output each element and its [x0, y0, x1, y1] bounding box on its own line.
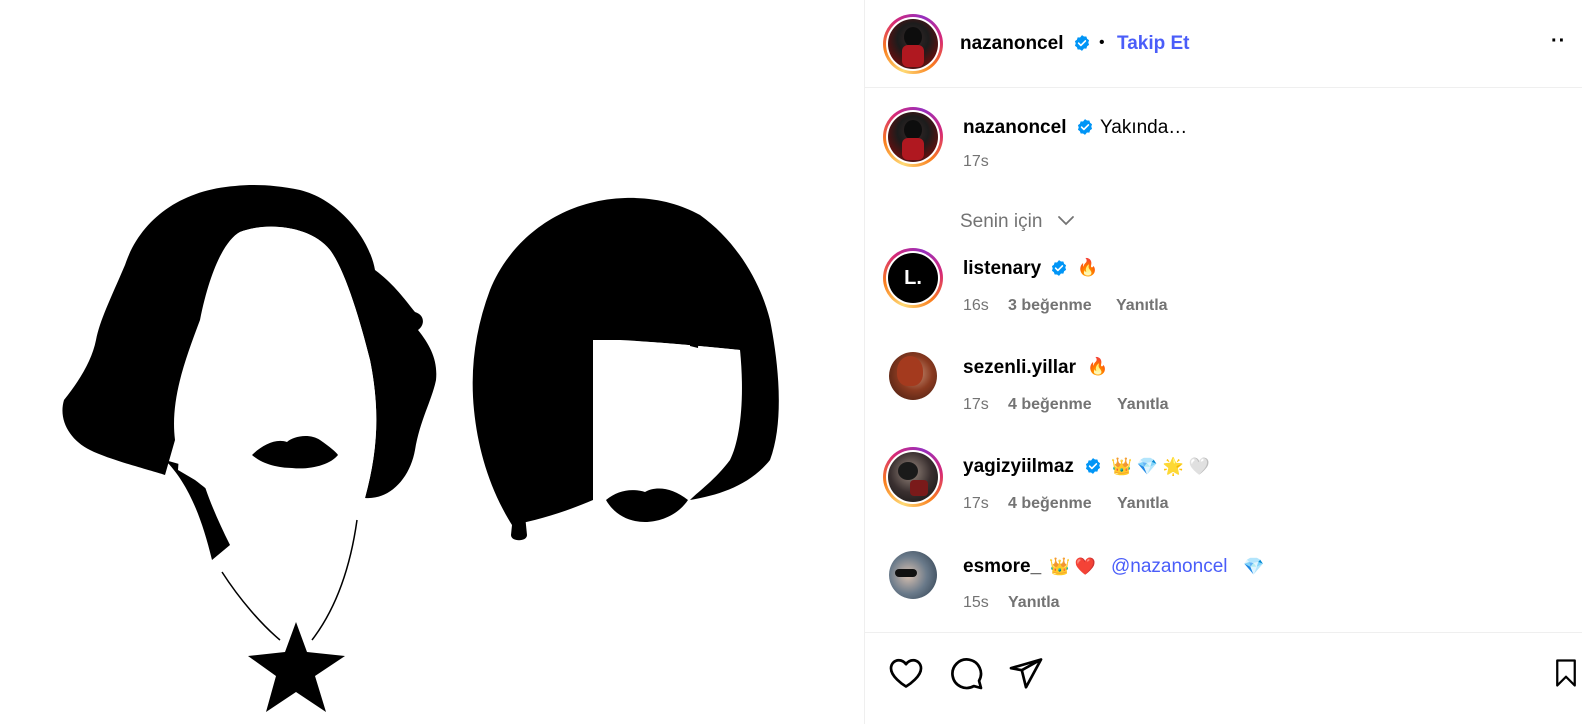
chevron-down-icon[interactable]	[1057, 214, 1075, 228]
caption-username[interactable]: nazanoncel	[963, 117, 1066, 139]
comment-emoji-text-end: 💎	[1243, 557, 1265, 576]
comment-username[interactable]: esmore_	[963, 556, 1041, 578]
post-media[interactable]	[0, 0, 864, 724]
comment-likes-count[interactable]: 4 beğenme	[1008, 396, 1092, 414]
comment-likes-count[interactable]: 3 beğenme	[1008, 297, 1092, 315]
post-artwork-image	[62, 185, 779, 712]
right-lips	[606, 488, 688, 522]
comment-likes-count[interactable]: 4 beğenme	[1008, 495, 1092, 513]
comment-timestamp[interactable]: 17s	[963, 495, 989, 513]
caption-timestamp[interactable]: 17s	[963, 153, 989, 171]
comment-emoji-text: 🔥	[1087, 357, 1109, 376]
post-header: nazanoncel • Takip Et ··	[865, 0, 1582, 88]
verified-badge-icon	[1051, 260, 1067, 276]
more-options-button[interactable]: ··	[1551, 30, 1566, 53]
comment-avatar-yagizyiilmaz[interactable]	[883, 447, 943, 507]
earring-top	[514, 482, 524, 492]
separator-dot: •	[1099, 34, 1105, 51]
comment-avatar-esmore[interactable]	[889, 551, 937, 599]
caption-text: Yakında…	[1100, 117, 1188, 138]
comment-username[interactable]: yagizyiilmaz	[963, 456, 1074, 478]
comment-mention-link[interactable]: @nazanoncel	[1111, 556, 1227, 578]
comment-username[interactable]: sezenli.yillar	[963, 357, 1076, 379]
caption-author-avatar[interactable]	[883, 107, 943, 167]
verified-badge-icon	[1085, 458, 1101, 474]
comment-timestamp[interactable]: 16s	[963, 297, 989, 315]
comment-avatar-sezenli[interactable]	[889, 352, 937, 400]
author-avatar[interactable]	[883, 14, 943, 74]
comment-reply-button[interactable]: Yanıtla	[1117, 495, 1169, 513]
post-action-bar	[865, 632, 1582, 724]
heart-icon[interactable]	[887, 655, 925, 691]
share-icon[interactable]	[1007, 655, 1045, 691]
comment-timestamp[interactable]: 15s	[963, 594, 989, 612]
comment-filter-label[interactable]: Senin için	[960, 211, 1042, 233]
star-pendant	[248, 622, 345, 712]
comment-emoji-text: 🔥	[1077, 258, 1099, 277]
comment-username[interactable]: listenary	[963, 258, 1041, 280]
comment-reply-button[interactable]: Yanıtla	[1117, 396, 1169, 414]
verified-badge-icon	[1074, 35, 1090, 51]
comment-timestamp[interactable]: 17s	[963, 396, 989, 414]
bookmark-icon[interactable]	[1551, 655, 1581, 691]
listenary-logo-letter: L.	[904, 266, 922, 289]
comment-reply-button[interactable]: Yanıtla	[1008, 594, 1060, 612]
verified-badge-icon	[1077, 119, 1093, 135]
follow-button[interactable]: Takip Et	[1117, 33, 1190, 55]
comment-icon[interactable]	[947, 655, 985, 691]
comment-emoji-text: 👑 💎 🌟 🤍	[1111, 457, 1210, 476]
comment-avatar-listenary[interactable]: L.	[883, 248, 943, 308]
comment-emoji-text: 👑 ❤️	[1049, 557, 1097, 576]
post-side-panel: nazanoncel • Takip Et ·· nazanoncel Yakı…	[864, 0, 1582, 724]
comment-reply-button[interactable]: Yanıtla	[1116, 297, 1168, 315]
author-username[interactable]: nazanoncel	[960, 33, 1063, 55]
